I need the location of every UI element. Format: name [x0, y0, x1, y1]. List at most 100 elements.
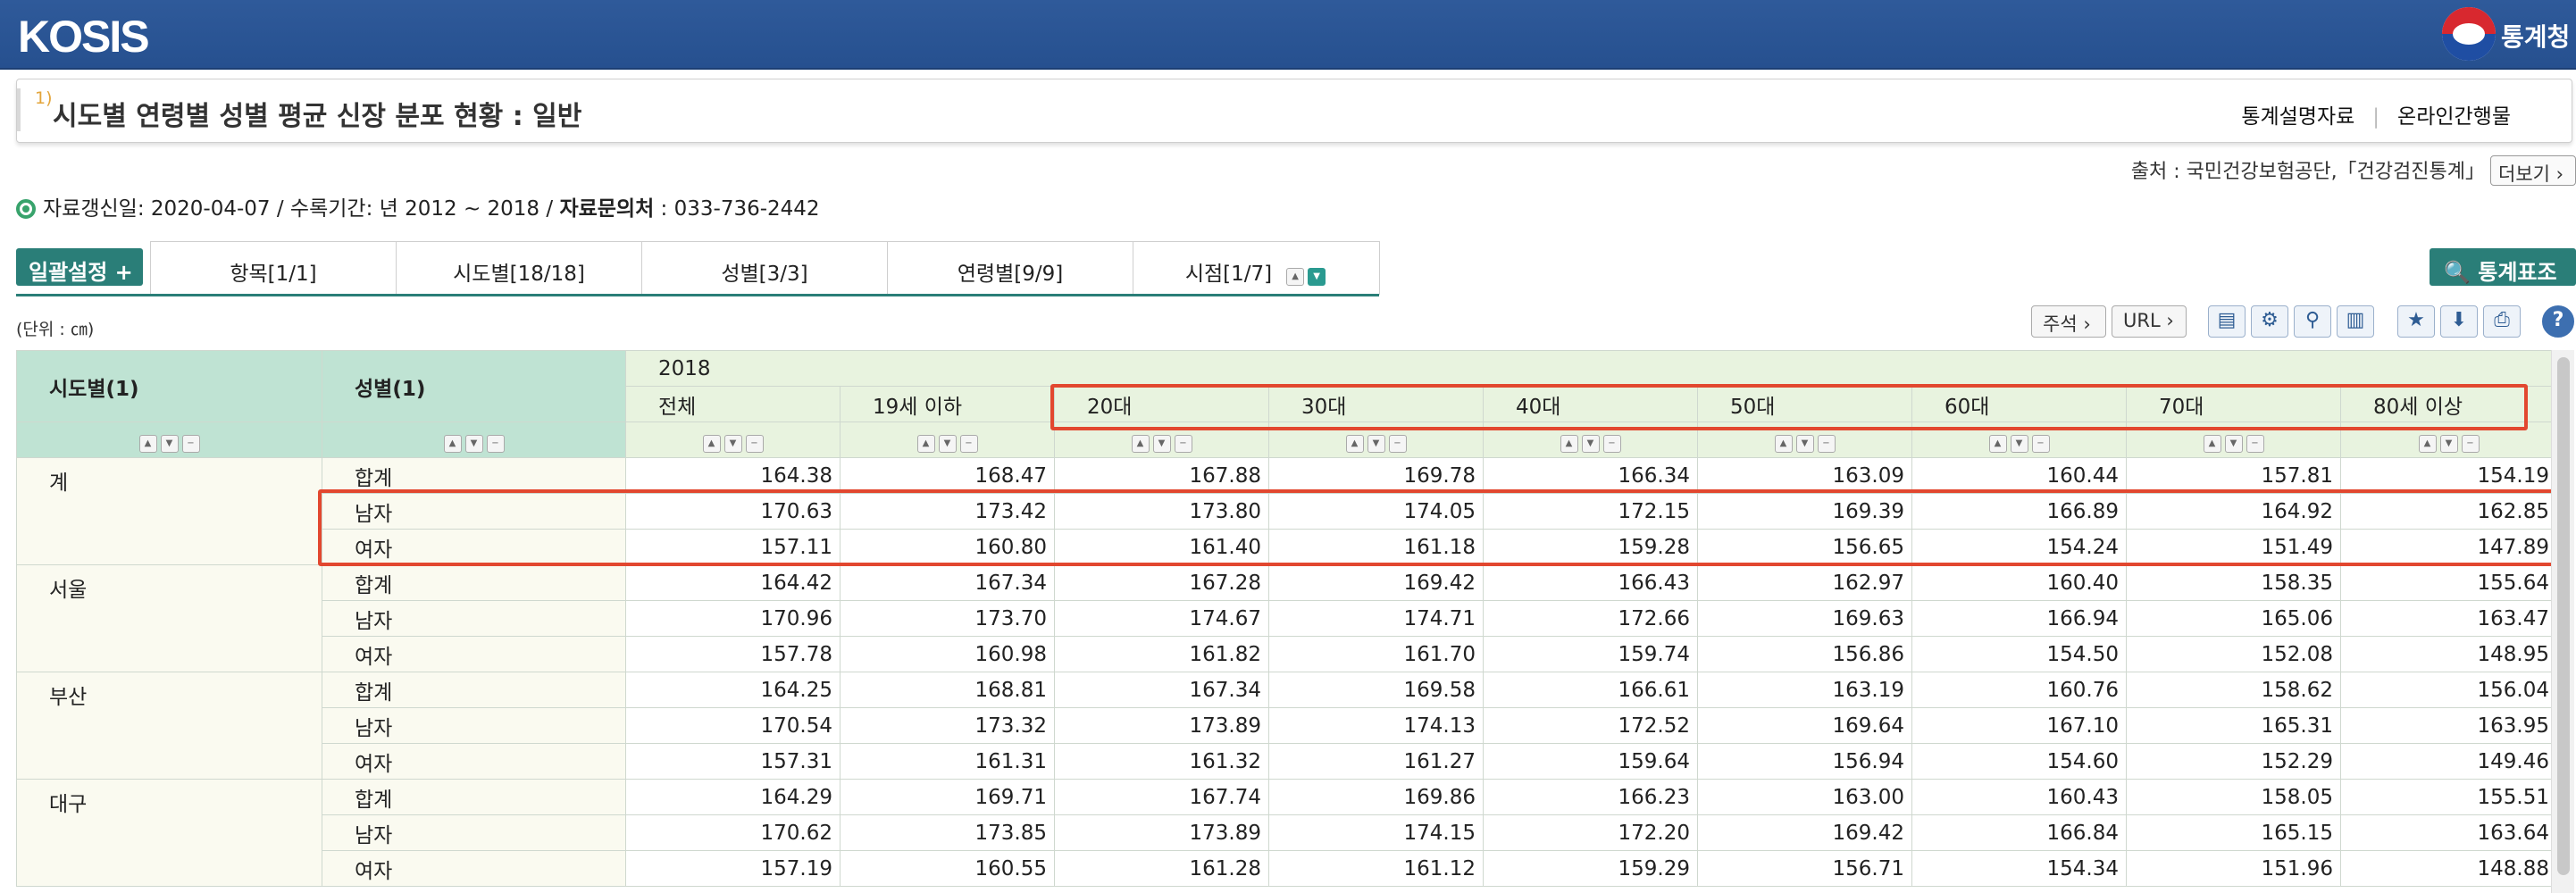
value-cell[interactable]: 161.82 [1054, 636, 1269, 672]
sort-asc-icon[interactable]: ▲ [2203, 434, 2221, 453]
value-cell[interactable]: 169.64 [1697, 707, 1912, 744]
value-cell[interactable]: 154.34 [1911, 850, 2127, 887]
value-cell[interactable]: 160.44 [1911, 457, 2127, 494]
value-cell[interactable]: 172.66 [1483, 600, 1698, 637]
kosis-logo[interactable]: KOSIS [18, 11, 150, 63]
collapse-up-icon[interactable]: ▲ [1286, 268, 1305, 286]
remove-icon[interactable]: − [745, 434, 764, 453]
value-cell[interactable]: 170.63 [625, 493, 841, 530]
url-button[interactable]: URL › [2112, 305, 2187, 338]
tab-region[interactable]: 시도별[18/18] [397, 242, 642, 295]
value-cell[interactable]: 174.15 [1268, 814, 1484, 851]
value-cell[interactable]: 166.89 [1911, 493, 2127, 530]
sort-desc-icon[interactable]: ▼ [1795, 434, 1814, 453]
remove-icon[interactable]: − [2246, 434, 2264, 453]
value-cell[interactable]: 168.47 [840, 457, 1055, 494]
tab-item[interactable]: 항목[1/1] [151, 242, 397, 295]
value-cell[interactable]: 169.78 [1268, 457, 1484, 494]
value-cell[interactable]: 173.89 [1054, 814, 1269, 851]
tab-age[interactable]: 연령별[9/9] [888, 242, 1133, 295]
value-cell[interactable]: 165.15 [2126, 814, 2341, 851]
sort-desc-icon[interactable]: ▼ [2010, 434, 2028, 453]
scrollbar-thumb[interactable] [2557, 357, 2570, 875]
value-cell[interactable]: 173.70 [840, 600, 1055, 637]
value-cell[interactable]: 161.70 [1268, 636, 1484, 672]
chart-settings-icon[interactable]: ⚲ [2294, 305, 2331, 338]
value-cell[interactable]: 166.84 [1911, 814, 2127, 851]
value-cell[interactable]: 163.19 [1697, 672, 1912, 708]
value-cell[interactable]: 159.28 [1483, 529, 1698, 565]
value-cell[interactable]: 174.13 [1268, 707, 1484, 744]
value-cell[interactable]: 172.52 [1483, 707, 1698, 744]
value-cell[interactable]: 156.65 [1697, 529, 1912, 565]
value-cell[interactable]: 165.31 [2126, 707, 2341, 744]
gear-icon[interactable]: ⚙ [2251, 305, 2288, 338]
value-cell[interactable]: 160.55 [840, 850, 1055, 887]
value-cell[interactable]: 163.09 [1697, 457, 1912, 494]
value-cell[interactable]: 167.88 [1054, 457, 1269, 494]
value-cell[interactable]: 169.86 [1268, 779, 1484, 815]
sort-desc-icon[interactable]: ▼ [938, 434, 957, 453]
value-cell[interactable]: 170.62 [625, 814, 841, 851]
value-cell[interactable]: 167.28 [1054, 564, 1269, 601]
title-footnote-marker[interactable]: 1) [35, 88, 53, 108]
value-cell[interactable]: 155.64 [2340, 564, 2557, 601]
value-cell[interactable]: 156.71 [1697, 850, 1912, 887]
value-cell[interactable]: 158.35 [2126, 564, 2341, 601]
remove-icon[interactable]: − [1388, 434, 1407, 453]
batch-settings-button[interactable]: 일괄설정 + [16, 248, 143, 286]
value-cell[interactable]: 160.98 [840, 636, 1055, 672]
value-cell[interactable]: 163.00 [1697, 779, 1912, 815]
tab-period[interactable]: 시점[1/7] ▲ ▼ [1133, 242, 1379, 295]
value-cell[interactable]: 163.95 [2340, 707, 2557, 744]
value-cell[interactable]: 159.74 [1483, 636, 1698, 672]
tab-sex[interactable]: 성별[3/3] [642, 242, 888, 295]
value-cell[interactable]: 158.05 [2126, 779, 2341, 815]
value-cell[interactable]: 166.94 [1911, 600, 2127, 637]
remove-icon[interactable]: − [181, 434, 200, 453]
value-cell[interactable]: 156.86 [1697, 636, 1912, 672]
value-cell[interactable]: 170.54 [625, 707, 841, 744]
agency-name[interactable]: 통계청 [2501, 18, 2570, 54]
value-cell[interactable]: 161.31 [840, 743, 1055, 780]
value-cell[interactable]: 154.50 [1911, 636, 2127, 672]
sort-asc-icon[interactable]: ▲ [1988, 434, 2007, 453]
value-cell[interactable]: 161.12 [1268, 850, 1484, 887]
sort-desc-icon[interactable]: ▼ [1581, 434, 1600, 453]
value-cell[interactable]: 152.29 [2126, 743, 2341, 780]
value-cell[interactable]: 161.32 [1054, 743, 1269, 780]
value-cell[interactable]: 156.04 [2340, 672, 2557, 708]
sort-desc-icon[interactable]: ▼ [1367, 434, 1385, 453]
value-cell[interactable]: 163.64 [2340, 814, 2557, 851]
sort-desc-icon[interactable]: ▼ [723, 434, 742, 453]
value-cell[interactable]: 161.18 [1268, 529, 1484, 565]
value-cell[interactable]: 147.89 [2340, 529, 2557, 565]
value-cell[interactable]: 154.19 [2340, 457, 2557, 494]
value-cell[interactable]: 173.89 [1054, 707, 1269, 744]
value-cell[interactable]: 155.51 [2340, 779, 2557, 815]
value-cell[interactable]: 162.85 [2340, 493, 2557, 530]
value-cell[interactable]: 174.67 [1054, 600, 1269, 637]
value-cell[interactable]: 166.34 [1483, 457, 1698, 494]
value-cell[interactable]: 151.96 [2126, 850, 2341, 887]
online-publication-link[interactable]: 온라인간행물 [2397, 99, 2511, 129]
value-cell[interactable]: 160.80 [840, 529, 1055, 565]
value-cell[interactable]: 164.92 [2126, 493, 2341, 530]
value-cell[interactable]: 169.71 [840, 779, 1055, 815]
value-cell[interactable]: 166.43 [1483, 564, 1698, 601]
value-cell[interactable]: 158.62 [2126, 672, 2341, 708]
value-cell[interactable]: 164.38 [625, 457, 841, 494]
value-cell[interactable]: 174.71 [1268, 600, 1484, 637]
sort-asc-icon[interactable]: ▲ [916, 434, 935, 453]
value-cell[interactable]: 168.81 [840, 672, 1055, 708]
value-cell[interactable]: 167.34 [1054, 672, 1269, 708]
value-cell[interactable]: 154.24 [1911, 529, 2127, 565]
layout-icon[interactable]: ▤ [2208, 305, 2246, 338]
value-cell[interactable]: 160.43 [1911, 779, 2127, 815]
value-cell[interactable]: 161.27 [1268, 743, 1484, 780]
value-cell[interactable]: 161.28 [1054, 850, 1269, 887]
bar-chart-icon[interactable]: ▥ [2337, 305, 2374, 338]
value-cell[interactable]: 164.42 [625, 564, 841, 601]
sort-asc-icon[interactable]: ▲ [2418, 434, 2437, 453]
sort-desc-icon[interactable]: ▼ [1152, 434, 1171, 453]
